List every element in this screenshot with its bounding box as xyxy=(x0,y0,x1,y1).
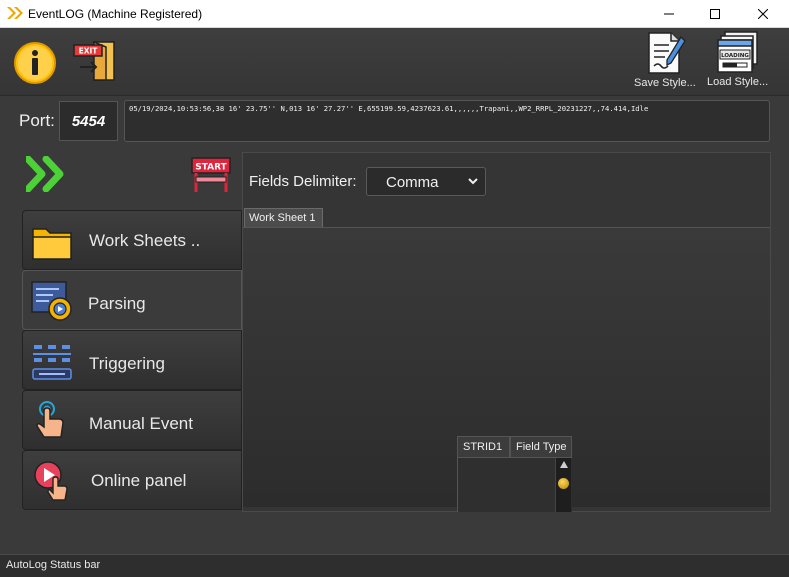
port-label: Port: xyxy=(19,111,55,130)
load-style-icon[interactable]: LOADING xyxy=(717,31,759,73)
maximize-icon xyxy=(710,9,720,19)
menu-item-label: Parsing xyxy=(88,294,146,313)
info-icon[interactable] xyxy=(13,41,57,85)
hand-touch-icon xyxy=(36,401,64,438)
close-icon xyxy=(758,9,768,19)
maximize-button[interactable] xyxy=(692,0,738,28)
exit-icon[interactable]: EXIT xyxy=(72,40,118,82)
menu-item-work-sheets[interactable]: Work Sheets .. xyxy=(22,210,242,270)
delimiter-label: Fields Delimiter: xyxy=(249,173,357,190)
loading-badge-text: LOADING xyxy=(721,53,749,59)
exit-badge-text: EXIT xyxy=(79,47,99,56)
save-style-label[interactable]: Save Style... xyxy=(634,77,696,89)
parsing-gear-icon xyxy=(31,281,72,321)
scroll-up-arrow-icon[interactable] xyxy=(560,461,568,468)
menu-item-label: Online panel xyxy=(91,471,187,490)
minimize-button[interactable] xyxy=(646,0,692,28)
delimiter-select[interactable]: Comma xyxy=(366,167,486,196)
status-bar: AutoLog Status bar xyxy=(0,554,789,577)
online-play-icon xyxy=(34,461,68,501)
menu-item-online-panel[interactable]: Online panel xyxy=(22,450,242,510)
chevron-down-icon xyxy=(468,178,478,185)
status-bar-text: AutoLog Status bar xyxy=(6,559,101,571)
go-forward-icon[interactable] xyxy=(26,156,70,192)
field-table-header-field-type[interactable]: Field Type xyxy=(510,436,572,458)
load-style-label[interactable]: Load Style... xyxy=(707,76,768,88)
window-title: EventLOG (Machine Registered) xyxy=(28,7,203,21)
save-style-icon[interactable] xyxy=(643,31,687,75)
scrollbar-thumb[interactable] xyxy=(558,478,569,489)
menu-item-manual-event[interactable]: Manual Event xyxy=(22,390,242,450)
field-table-scrollbar[interactable] xyxy=(555,458,571,512)
menu-item-triggering[interactable]: Triggering xyxy=(22,330,242,390)
field-table-header-strid[interactable]: STRID1 xyxy=(457,436,510,458)
incoming-data-line: 05/19/2024,10:53:56,38 16' 23.75'' N,013… xyxy=(124,100,770,142)
tab-work-sheet-1[interactable]: Work Sheet 1 xyxy=(244,208,323,228)
start-icon[interactable]: START xyxy=(190,156,232,194)
app-logo-icon xyxy=(7,7,23,19)
minimize-icon xyxy=(664,13,674,15)
menu-item-label: Manual Event xyxy=(89,414,193,433)
port-field[interactable]: 5454 xyxy=(59,101,118,141)
delimiter-value: Comma xyxy=(386,174,439,191)
menu-item-label: Work Sheets .. xyxy=(89,231,201,250)
menu-item-parsing[interactable]: Parsing xyxy=(22,270,242,330)
toolbar: EXIT Save Style... LOADING Load Style... xyxy=(0,28,789,96)
close-button[interactable] xyxy=(740,0,786,28)
folder-icon xyxy=(32,228,72,260)
start-badge-text: START xyxy=(195,163,227,173)
title-bar: EventLOG (Machine Registered) xyxy=(0,0,789,28)
menu-item-label: Triggering xyxy=(89,354,165,373)
triggering-icon xyxy=(32,345,72,380)
